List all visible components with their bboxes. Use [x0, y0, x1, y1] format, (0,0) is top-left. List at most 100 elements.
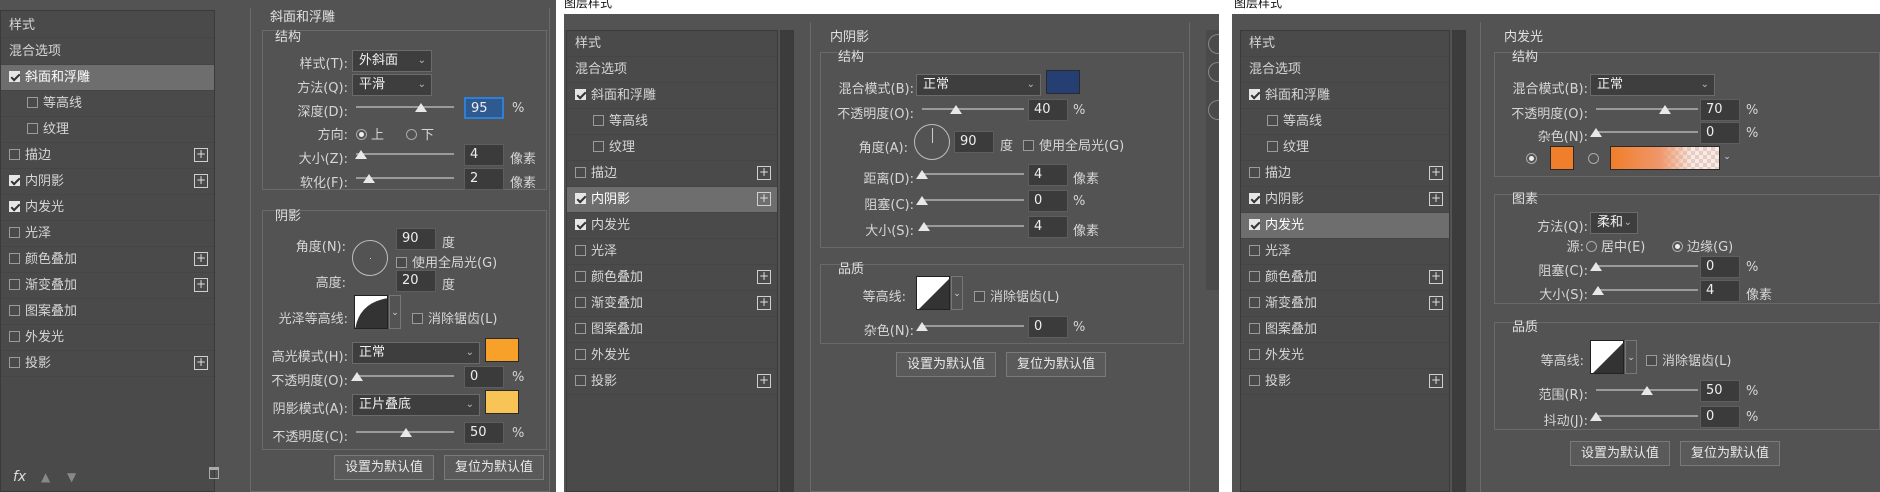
angle-dial[interactable]: [914, 124, 950, 160]
noise-slider[interactable]: [922, 325, 1024, 327]
noise-slider-thumb[interactable]: [1590, 128, 1602, 137]
sidebar-item[interactable]: 内阴影 +: [567, 187, 777, 213]
add-effect-icon[interactable]: +: [194, 278, 208, 292]
sidebar-checkbox[interactable]: [575, 167, 586, 178]
sidebar-scrollbar[interactable]: [1452, 30, 1466, 492]
sidebar-checkbox[interactable]: [9, 201, 20, 212]
source-edge-radio[interactable]: 边缘(G): [1672, 236, 1733, 255]
sidebar-checkbox[interactable]: [9, 149, 20, 160]
sidebar-item[interactable]: 外发光: [1241, 343, 1449, 369]
sidebar-item[interactable]: 光泽: [1241, 239, 1449, 265]
sidebar-checkbox[interactable]: [1249, 89, 1260, 100]
sidebar-checkbox[interactable]: [575, 297, 586, 308]
sidebar-checkbox[interactable]: [9, 71, 20, 82]
hl-opacity-input[interactable]: 0: [464, 366, 504, 388]
sidebar-item[interactable]: 纹理: [1241, 135, 1449, 161]
fx-icon[interactable]: fx: [13, 469, 26, 485]
shadow-mode-select[interactable]: 正片叠底 ⌄: [352, 394, 480, 416]
size-slider-thumb[interactable]: [1592, 286, 1604, 295]
shadow-color-swatch[interactable]: [485, 390, 519, 414]
method-select[interactable]: 平滑 ⌄: [352, 74, 432, 96]
antialias-checkbox[interactable]: 消除锯齿(L): [412, 308, 497, 327]
add-effect-icon[interactable]: +: [1429, 296, 1443, 310]
sidebar-item[interactable]: 颜色叠加 +: [1241, 265, 1449, 291]
add-effect-icon[interactable]: +: [757, 296, 771, 310]
depth-slider-thumb[interactable]: [415, 103, 427, 112]
sidebar-item[interactable]: 斜面和浮雕: [567, 83, 777, 109]
angle-input[interactable]: 90: [954, 131, 994, 153]
distance-slider[interactable]: [922, 173, 1024, 175]
size-slider[interactable]: [1596, 289, 1698, 291]
global-light-checkbox[interactable]: 使用全局光(G): [1023, 135, 1124, 154]
sidebar-item[interactable]: 图案叠加: [1241, 317, 1449, 343]
sidebar-item[interactable]: 纹理: [1, 117, 214, 143]
range-slider-thumb[interactable]: [1641, 386, 1653, 395]
move-down-icon[interactable]: ▼: [67, 470, 76, 484]
size-slider-thumb[interactable]: [355, 150, 367, 159]
sidebar-checkbox[interactable]: [575, 245, 586, 256]
opacity-input[interactable]: 70: [1700, 99, 1740, 121]
sidebar-item[interactable]: 纹理: [567, 135, 777, 161]
sidebar-item[interactable]: 外发光: [567, 343, 777, 369]
reset-default-button[interactable]: 复位为默认值: [444, 455, 544, 480]
sidebar-checkbox[interactable]: [575, 89, 586, 100]
sidebar-checkbox[interactable]: [1249, 271, 1260, 282]
sidebar-checkbox[interactable]: [575, 219, 586, 230]
choke-slider-thumb[interactable]: [916, 196, 928, 205]
sidebar-scrollbar[interactable]: [780, 30, 794, 492]
angle-dial[interactable]: [352, 240, 388, 276]
sidebar-checkbox[interactable]: [9, 227, 20, 238]
depth-input[interactable]: 95: [464, 97, 504, 119]
sh-opacity-slider-thumb[interactable]: [400, 428, 412, 437]
choke-slider-thumb[interactable]: [1590, 262, 1602, 271]
sidebar-item[interactable]: 描边 +: [1241, 161, 1449, 187]
jitter-slider-thumb[interactable]: [1590, 412, 1602, 421]
sidebar-checkbox[interactable]: [1267, 115, 1278, 126]
highlight-mode-select[interactable]: 正常 ⌄: [352, 342, 480, 364]
style-select[interactable]: 外斜面 ⌄: [352, 50, 432, 72]
opacity-slider[interactable]: [1596, 108, 1698, 110]
move-up-icon[interactable]: ▲: [41, 470, 50, 484]
hl-opacity-slider-thumb[interactable]: [351, 372, 363, 381]
gradient-dropdown[interactable]: ⌄: [1721, 146, 1733, 170]
sidebar-checkbox[interactable]: [575, 349, 586, 360]
sidebar-checkbox[interactable]: [27, 97, 38, 108]
hl-opacity-slider[interactable]: [356, 375, 454, 377]
sidebar-item[interactable]: 等高线: [1241, 109, 1449, 135]
sidebar-checkbox[interactable]: [1249, 193, 1260, 204]
add-effect-icon[interactable]: +: [757, 374, 771, 388]
size-slider-thumb[interactable]: [918, 222, 930, 231]
glow-gradient-swatch[interactable]: [1610, 146, 1720, 170]
reset-default-button[interactable]: 复位为默认值: [1680, 441, 1780, 466]
gradient-radio[interactable]: [1588, 152, 1603, 167]
sidebar-checkbox[interactable]: [575, 271, 586, 282]
sidebar-item[interactable]: 内发光: [567, 213, 777, 239]
direction-down-radio[interactable]: 下: [406, 124, 434, 143]
sidebar-checkbox[interactable]: [593, 141, 604, 152]
add-effect-icon[interactable]: +: [1429, 166, 1443, 180]
global-light-checkbox[interactable]: 使用全局光(G): [396, 252, 497, 271]
add-effect-icon[interactable]: +: [757, 192, 771, 206]
gloss-contour-dropdown[interactable]: ⌄: [389, 295, 401, 329]
sidebar-item[interactable]: 斜面和浮雕: [1241, 83, 1449, 109]
soften-input[interactable]: 2: [464, 168, 504, 190]
sidebar-item[interactable]: 光泽: [567, 239, 777, 265]
contour-dropdown[interactable]: ⌄: [1625, 340, 1637, 374]
add-effect-icon[interactable]: +: [1429, 270, 1443, 284]
sidebar-item[interactable]: 等高线: [567, 109, 777, 135]
add-effect-icon[interactable]: +: [194, 174, 208, 188]
sidebar-checkbox[interactable]: [9, 279, 20, 290]
contour-picker[interactable]: [1590, 340, 1624, 374]
sidebar-item[interactable]: 描边 +: [567, 161, 777, 187]
add-effect-icon[interactable]: +: [194, 252, 208, 266]
add-effect-icon[interactable]: +: [757, 166, 771, 180]
choke-slider[interactable]: [1596, 265, 1698, 267]
range-input[interactable]: 50: [1700, 380, 1740, 402]
choke-slider[interactable]: [922, 199, 1024, 201]
sidebar-item[interactable]: 内阴影 +: [1241, 187, 1449, 213]
source-center-radio[interactable]: 居中(E): [1586, 236, 1645, 255]
sidebar-item[interactable]: 颜色叠加 +: [567, 265, 777, 291]
distance-input[interactable]: 4: [1028, 164, 1068, 186]
sidebar-checkbox[interactable]: [1267, 141, 1278, 152]
direction-up-radio[interactable]: 上: [356, 124, 384, 143]
